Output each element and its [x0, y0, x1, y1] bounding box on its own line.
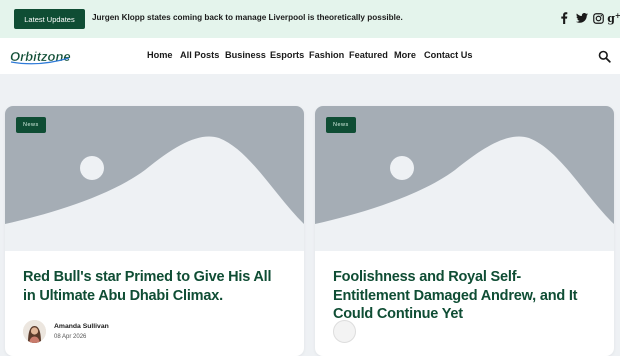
- post-title[interactable]: Foolishness and Royal Self-Entitlement D…: [333, 268, 593, 324]
- post-date: 08 Apr 2026: [54, 334, 87, 340]
- svg-text:Orbitzone: Orbitzone: [10, 49, 71, 64]
- nav-esports[interactable]: Esports: [270, 50, 304, 60]
- facebook-icon[interactable]: [559, 11, 569, 25]
- nav-home[interactable]: Home: [147, 50, 173, 60]
- category-badge[interactable]: News: [326, 117, 356, 133]
- nav-business[interactable]: Business: [225, 50, 266, 60]
- nav-all-posts[interactable]: All Posts: [180, 50, 219, 60]
- search-icon[interactable]: [598, 50, 611, 63]
- google-plus-icon[interactable]: g +: [607, 11, 620, 25]
- post-thumbnail-placeholder[interactable]: [5, 106, 304, 251]
- post-card[interactable]: News Foolishness and Royal Self-Entitlem…: [315, 106, 614, 356]
- post-title[interactable]: Red Bull's star Primed to Give His All i…: [23, 268, 283, 305]
- author-avatar[interactable]: [333, 320, 356, 343]
- latest-updates-button[interactable]: Latest Updates: [14, 9, 85, 29]
- author-name[interactable]: Amanda Sullivan: [54, 323, 109, 330]
- nav-contact-us[interactable]: Contact Us: [424, 50, 473, 60]
- nav-fashion[interactable]: Fashion: [309, 50, 344, 60]
- instagram-icon[interactable]: [592, 11, 604, 25]
- nav-more[interactable]: More: [394, 50, 416, 60]
- twitter-icon[interactable]: [575, 11, 588, 25]
- category-badge[interactable]: News: [16, 117, 46, 133]
- site-logo[interactable]: Orbitzone: [9, 46, 71, 66]
- news-ticker-text[interactable]: Jurgen Klopp states coming back to manag…: [92, 13, 403, 22]
- post-thumbnail-placeholder[interactable]: [315, 106, 614, 251]
- nav-featured[interactable]: Featured: [349, 50, 388, 60]
- author-avatar[interactable]: [23, 320, 46, 343]
- post-card[interactable]: News Red Bull's star Primed to Give His …: [5, 106, 304, 356]
